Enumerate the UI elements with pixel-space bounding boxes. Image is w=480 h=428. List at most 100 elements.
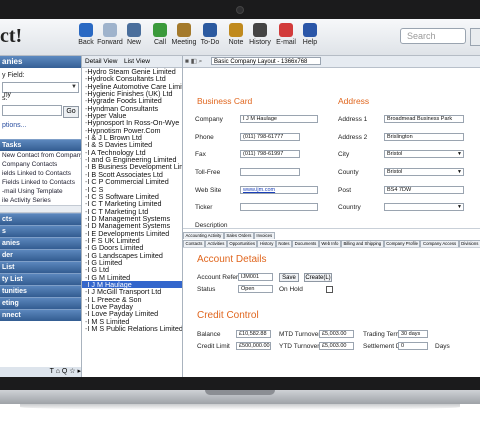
ytd-turnover-field[interactable]: £5,003.00 — [319, 342, 354, 350]
chevron-down-icon: ▼ — [457, 204, 462, 210]
trading-terms-field[interactable]: 30 days — [398, 330, 428, 338]
tab-history[interactable]: History — [257, 240, 276, 247]
nav-section-item[interactable]: tunities — [0, 285, 81, 297]
toolbar-button-label: E-mail — [276, 39, 296, 46]
tab-company-profile[interactable]: Company Profile — [383, 240, 421, 247]
options-link[interactable]: ptions... — [0, 121, 81, 131]
post-label: Post — [338, 187, 352, 194]
ytd-turnover-label: YTD Turnover — [279, 343, 320, 350]
web-site-label: Web Site — [195, 187, 222, 194]
phone-label: Phone — [195, 134, 214, 141]
phone-field[interactable]: (011) 798-61777 — [240, 133, 300, 141]
toolbar-button-label: Meeting — [171, 39, 197, 46]
tab-company-access[interactable]: Company Access — [420, 240, 459, 247]
create-button[interactable]: Create(L) — [304, 273, 332, 282]
account-details-title: Account Details — [197, 254, 267, 265]
list-item[interactable]: -I M S Public Relations Limited — [82, 325, 182, 332]
tab-sales-orders[interactable]: Sales Orders — [223, 232, 254, 239]
county-label: County — [338, 169, 359, 176]
save-button[interactable]: Save — [279, 273, 299, 282]
balance-field[interactable]: £10,582.88 — [236, 330, 271, 338]
sidebar-bottom-icons[interactable]: T ⌂ Q ☆ ▸ — [0, 367, 81, 377]
go-button[interactable]: Go — [63, 106, 79, 118]
credit-limit-field[interactable]: £500,000.00 — [236, 342, 271, 350]
nav-section-item[interactable]: anies — [0, 237, 81, 249]
city-label: City — [338, 151, 350, 158]
task-item[interactable]: Company Contacts — [0, 160, 81, 169]
fax-label: Fax — [195, 151, 206, 158]
tab-list-view[interactable]: List View — [122, 56, 152, 67]
settlement-due-field[interactable]: 0 — [398, 342, 428, 350]
lookup-value-input[interactable] — [2, 105, 62, 116]
ticker-field[interactable] — [240, 203, 318, 211]
nav-section-item[interactable]: List — [0, 261, 81, 273]
nav-section-item[interactable]: eting — [0, 297, 81, 309]
help-icon — [303, 23, 317, 37]
view-tabs: Detail View List View — [82, 56, 182, 68]
lookup-field-select[interactable]: ny ▼ — [2, 82, 79, 98]
detail-toolbar-icons[interactable]: ■ ◧ ⌕ — [185, 56, 202, 67]
tab-billing-and-shipping[interactable]: Billing and Shipping — [340, 240, 384, 247]
phone-icon — [153, 23, 167, 37]
toll-free-field[interactable] — [240, 168, 300, 176]
fax-field[interactable]: (011) 798-61997 — [240, 150, 300, 158]
layout-select[interactable]: Basic Company Layout - 1366x768 — [211, 57, 321, 65]
meeting-button[interactable]: Meeting — [170, 21, 198, 53]
tab-opportunities[interactable]: Opportunities — [226, 240, 258, 247]
tab-invoices[interactable]: Invoices — [253, 232, 275, 239]
mtd-turnover-label: MTD Turnover — [279, 331, 321, 338]
company-field[interactable]: I J M Haulage — [240, 115, 318, 123]
account-reference-field[interactable]: IJM001 — [238, 273, 273, 281]
credit-control-title: Credit Control — [197, 310, 259, 321]
company-label: Company — [195, 116, 223, 123]
mtd-turnover-field[interactable]: £5,003.00 — [319, 330, 354, 338]
tab-divisions[interactable]: Divisions — [458, 240, 480, 247]
business-card-title: Business Card — [197, 96, 253, 106]
tab-documents[interactable]: Documents — [292, 240, 319, 247]
todo-icon — [203, 23, 217, 37]
days-label: Days — [435, 343, 450, 350]
nav-section-item[interactable]: s — [0, 225, 81, 237]
laptop-shadow — [20, 404, 460, 410]
lookup-field-value: ny — [4, 91, 11, 98]
task-item[interactable]: Fields Linked to Contacts — [0, 178, 81, 187]
todo-button[interactable]: To-Do — [196, 21, 224, 53]
tab-accounting-activity[interactable]: Accounting Activity — [183, 232, 224, 239]
new-button[interactable]: New — [120, 21, 148, 53]
address-title: Address — [338, 96, 370, 106]
address2-field[interactable]: Brislington — [384, 133, 464, 141]
web-site-field[interactable]: www.ijm.com — [240, 186, 318, 194]
search-input[interactable]: Search — [400, 28, 466, 44]
help-button[interactable]: Help — [296, 21, 324, 53]
sidebar-scrollbar[interactable] — [0, 205, 81, 213]
country-field[interactable]: ▼ — [384, 203, 464, 211]
task-item[interactable]: New Contact from Company — [0, 151, 81, 160]
search-button[interactable] — [470, 28, 480, 46]
post-field[interactable]: BS4 7DW — [384, 186, 464, 194]
tab-detail-view[interactable]: Detail View — [83, 56, 119, 67]
toll-free-label: Toll-Free — [195, 169, 221, 176]
tab-activities[interactable]: Activities — [204, 240, 227, 247]
nav-section-item[interactable]: nnect — [0, 309, 81, 321]
tab-web-info[interactable]: Web Info — [318, 240, 341, 247]
task-item[interactable]: ields Linked to Contacts — [0, 169, 81, 178]
task-item[interactable]: ile Activity Series — [0, 196, 81, 205]
upper-tab-strip: Accounting Activity Sales Orders Invoices — [183, 232, 275, 239]
nav-section-item[interactable]: der — [0, 249, 81, 261]
task-item[interactable]: -mail Using Template — [0, 187, 81, 196]
county-field[interactable]: Bristol ▼ — [384, 168, 464, 176]
county-value: Bristol — [387, 169, 403, 175]
tab-contacts[interactable]: Contacts — [183, 240, 205, 247]
tab-notes[interactable]: Notes — [275, 240, 293, 247]
address1-field[interactable]: Broadmead Business Park — [384, 115, 464, 123]
toolbar-button-label: New — [126, 39, 141, 46]
history-button[interactable]: History — [246, 21, 274, 53]
on-hold-checkbox[interactable] — [326, 286, 333, 293]
nav-section-item[interactable]: cts — [0, 213, 81, 225]
nav-section-item[interactable]: ty List — [0, 273, 81, 285]
city-field[interactable]: Bristol ▼ — [384, 150, 464, 158]
toolbar-button-label: Forward — [97, 39, 123, 46]
status-field[interactable]: Open — [238, 285, 273, 293]
back-icon — [79, 23, 93, 37]
navigation-sidebar: anies y Field: ny ▼ s: Go ptions... Task… — [0, 56, 82, 377]
